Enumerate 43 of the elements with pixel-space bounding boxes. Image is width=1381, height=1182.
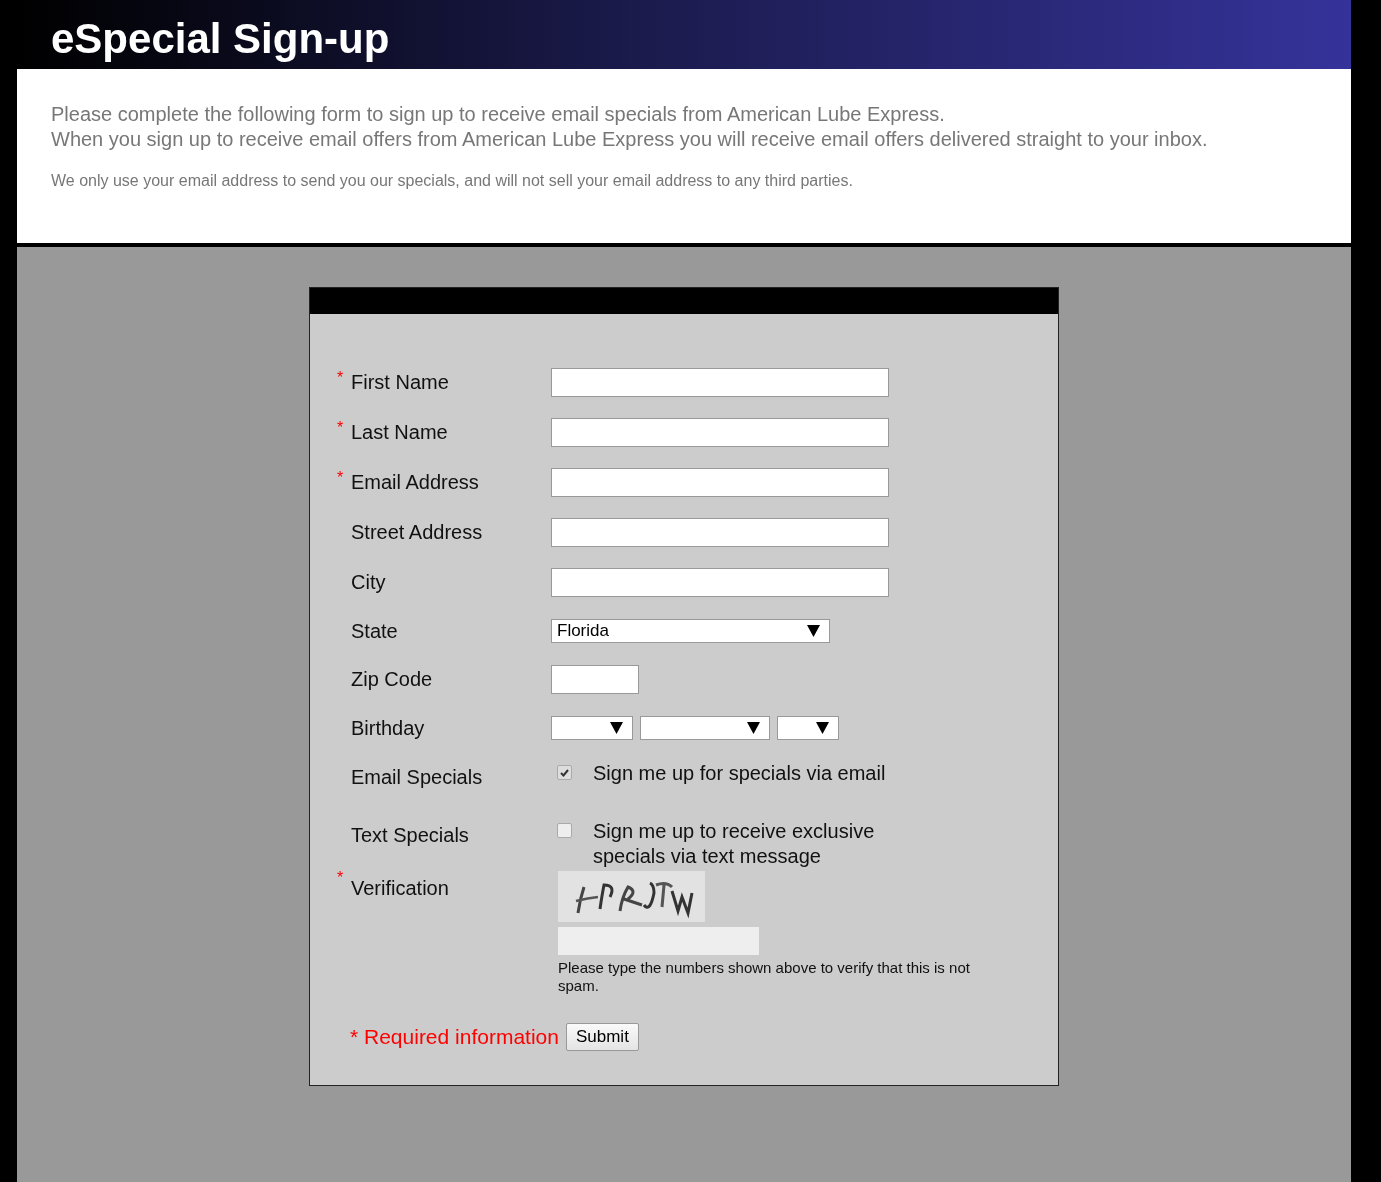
- text-field[interactable]: [551, 664, 639, 694]
- text-field[interactable]: [551, 517, 889, 547]
- field-label: State: [351, 619, 398, 643]
- checkbox-label: Sign me up to receive exclusive specials via text message: [593, 819, 876, 869]
- field-label: Email Address: [351, 470, 479, 494]
- verification-hint: Please type the numbers shown above to verify that this is not spam.: [558, 959, 971, 995]
- required-mark: *: [337, 418, 345, 437]
- required-mark: *: [337, 869, 345, 887]
- intro-text: When you sign up to receive email offers from American Lube Express you will receive email offers delivered straight to your inbox.: [51, 127, 1209, 152]
- caret-icon: [816, 722, 829, 734]
- submit-button[interactable]: Submit: [565, 1023, 639, 1051]
- page-title: eSpecial Sign-up: [51, 15, 390, 63]
- check-icon: [560, 768, 569, 777]
- text-field[interactable]: [551, 417, 889, 447]
- field-label: Birthday: [351, 716, 425, 740]
- text-field[interactable]: [551, 467, 889, 497]
- required-mark: *: [337, 368, 345, 387]
- field-label: Street Address: [351, 520, 483, 544]
- dropdown-value: Florida: [557, 621, 609, 641]
- required-mark: *: [337, 468, 345, 487]
- state-dropdown[interactable]: Florida: [551, 619, 830, 643]
- field-label: Last Name: [351, 420, 448, 444]
- checkbox[interactable]: [557, 823, 572, 838]
- checkbox[interactable]: [557, 765, 572, 780]
- field-label: Zip Code: [351, 667, 433, 691]
- text-field[interactable]: [551, 367, 889, 397]
- checkbox-label: Sign me up for specials via email: [593, 761, 887, 786]
- privacy-note: We only use your email address to send you our specials, and will not sell your email address to any third parties.: [51, 171, 854, 191]
- field-label: City: [351, 570, 386, 594]
- caret-icon: [747, 722, 760, 734]
- field-label: Email Specials: [351, 766, 483, 789]
- field-label: First Name: [351, 370, 449, 394]
- date-dropdown[interactable]: [777, 716, 839, 740]
- field-label: Verification: [351, 877, 449, 900]
- caret-icon: [610, 722, 623, 734]
- intro-text: Please complete the following form to sign up to receive email specials from American Lube Express.: [51, 102, 946, 127]
- field-label: Text Specials: [351, 824, 469, 847]
- date-dropdown[interactable]: [551, 716, 633, 740]
- date-dropdown[interactable]: [640, 716, 770, 740]
- verification-field[interactable]: [558, 927, 759, 955]
- text-field[interactable]: [551, 567, 889, 597]
- caret-icon: [807, 625, 820, 637]
- required-note: * Required information: [350, 1025, 559, 1049]
